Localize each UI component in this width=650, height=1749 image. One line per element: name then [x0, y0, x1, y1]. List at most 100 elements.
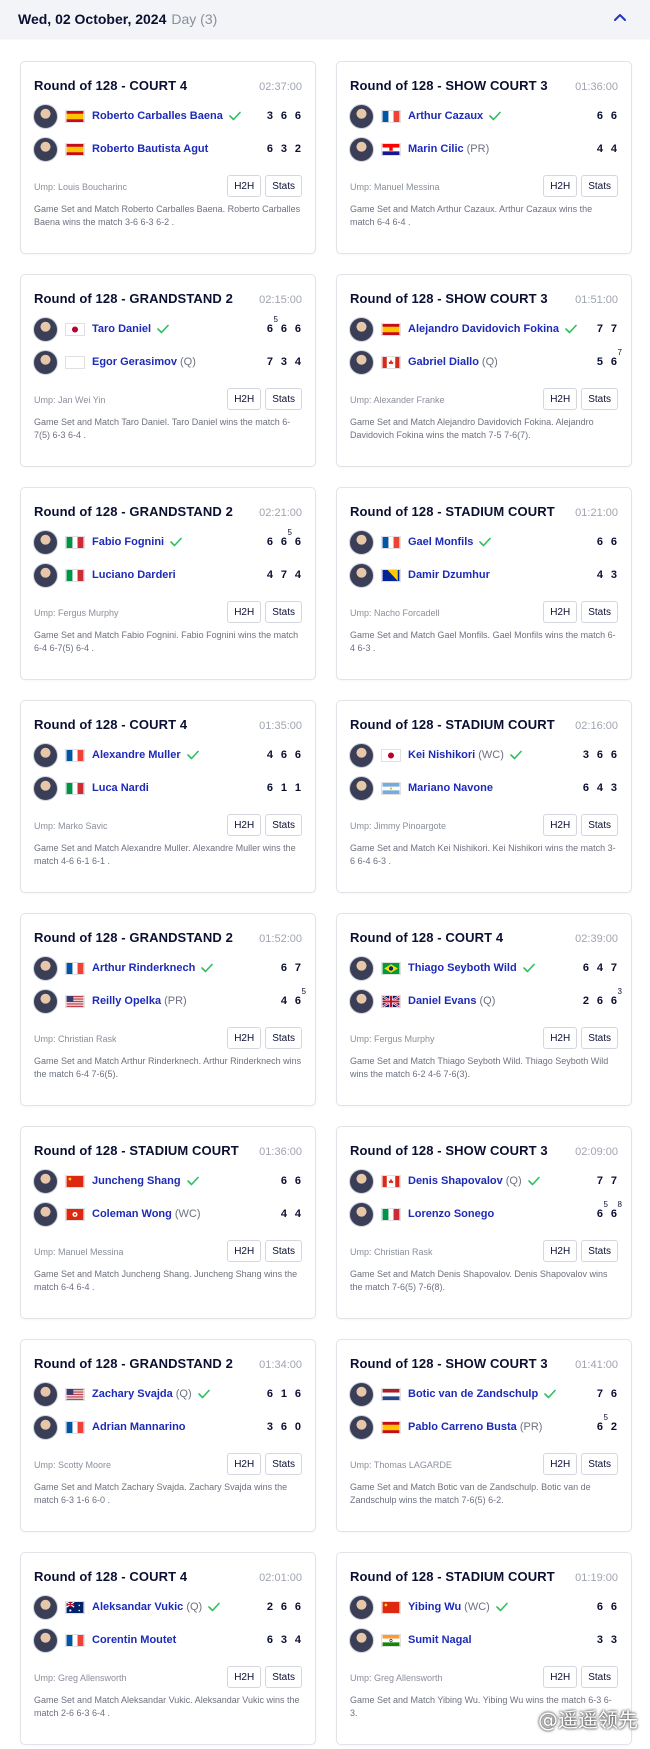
player-name-link[interactable]: Fabio Fognini [92, 536, 164, 548]
player-avatar[interactable] [349, 988, 374, 1014]
player-name-link[interactable]: Alexandre Muller [92, 749, 181, 761]
h2h-button[interactable]: H2H [227, 1240, 262, 1262]
player-name-link[interactable]: Luciano Darderi [92, 569, 176, 581]
player-name-link[interactable]: Botic van de Zandschulp [408, 1388, 538, 1400]
player-name-link[interactable]: Gabriel Diallo [408, 356, 479, 368]
h2h-button[interactable]: H2H [543, 1240, 578, 1262]
h2h-button[interactable]: H2H [227, 1666, 262, 1688]
h2h-button[interactable]: H2H [227, 388, 262, 410]
stats-button[interactable]: Stats [265, 1027, 302, 1049]
player-name-link[interactable]: Daniel Evans [408, 995, 476, 1007]
player-name-link[interactable]: Denis Shapovalov [408, 1175, 503, 1187]
player-name-link[interactable]: Reilly Opelka [92, 995, 161, 1007]
player-name-link[interactable]: Kei Nishikori [408, 749, 475, 761]
player-avatar[interactable] [33, 988, 58, 1014]
player-avatar[interactable] [349, 1381, 374, 1407]
player-avatar[interactable] [349, 349, 374, 375]
player-name-link[interactable]: Zachary Svajda [92, 1388, 173, 1400]
player-avatar[interactable] [33, 742, 58, 768]
stats-button[interactable]: Stats [581, 1027, 618, 1049]
h2h-button[interactable]: H2H [543, 1666, 578, 1688]
player-avatar[interactable] [349, 136, 374, 162]
chevron-up-icon[interactable] [610, 8, 630, 28]
player-avatar[interactable] [349, 1594, 374, 1620]
player-avatar[interactable] [349, 562, 374, 588]
h2h-button[interactable]: H2H [227, 1453, 262, 1475]
player-avatar[interactable] [33, 103, 58, 129]
stats-button[interactable]: Stats [581, 1666, 618, 1688]
h2h-button[interactable]: H2H [543, 1453, 578, 1475]
stats-button[interactable]: Stats [581, 388, 618, 410]
player-name-link[interactable]: Sumit Nagal [408, 1634, 472, 1646]
player-name-link[interactable]: Damir Dzumhur [408, 569, 490, 581]
player-avatar[interactable] [33, 1168, 58, 1194]
player-name-link[interactable]: Alejandro Davidovich Fokina [408, 323, 559, 335]
stats-button[interactable]: Stats [265, 1240, 302, 1262]
player-name-link[interactable]: Corentin Moutet [92, 1634, 176, 1646]
player-avatar[interactable] [349, 1168, 374, 1194]
player-avatar[interactable] [349, 1627, 374, 1653]
player-avatar[interactable] [33, 1201, 58, 1227]
player-name-link[interactable]: Pablo Carreno Busta [408, 1421, 517, 1433]
player-name-link[interactable]: Aleksandar Vukic [92, 1601, 183, 1613]
h2h-button[interactable]: H2H [227, 1027, 262, 1049]
stats-button[interactable]: Stats [265, 1453, 302, 1475]
player-name-link[interactable]: Yibing Wu [408, 1601, 461, 1613]
player-avatar[interactable] [349, 775, 374, 801]
stats-button[interactable]: Stats [265, 1666, 302, 1688]
player-name-link[interactable]: Mariano Navone [408, 782, 493, 794]
stats-button[interactable]: Stats [581, 814, 618, 836]
player-name-link[interactable]: Roberto Bautista Agut [92, 143, 208, 155]
set-score: 6 [287, 749, 301, 761]
player-avatar[interactable] [33, 316, 58, 342]
player-name-link[interactable]: Luca Nardi [92, 782, 149, 794]
player-avatar[interactable] [33, 1414, 58, 1440]
player-name-link[interactable]: Roberto Carballes Baena [92, 110, 223, 122]
player-name-link[interactable]: Coleman Wong [92, 1208, 172, 1220]
player-name-link[interactable]: Lorenzo Sonego [408, 1208, 494, 1220]
h2h-button[interactable]: H2H [543, 814, 578, 836]
player-avatar[interactable] [349, 103, 374, 129]
h2h-button[interactable]: H2H [543, 388, 578, 410]
player-avatar[interactable] [349, 316, 374, 342]
player-name-link[interactable]: Adrian Mannarino [92, 1421, 186, 1433]
player-avatar[interactable] [33, 136, 58, 162]
player-avatar[interactable] [33, 1381, 58, 1407]
player-avatar[interactable] [33, 562, 58, 588]
h2h-button[interactable]: H2H [543, 1027, 578, 1049]
player-avatar[interactable] [33, 1627, 58, 1653]
player-name-link[interactable]: Arthur Cazaux [408, 110, 483, 122]
h2h-button[interactable]: H2H [227, 814, 262, 836]
stats-button[interactable]: Stats [265, 388, 302, 410]
player-name-link[interactable]: Gael Monfils [408, 536, 473, 548]
player-avatar[interactable] [349, 955, 374, 981]
h2h-button[interactable]: H2H [227, 175, 262, 197]
player-name-link[interactable]: Juncheng Shang [92, 1175, 181, 1187]
player-avatar[interactable] [33, 529, 58, 555]
player-avatar[interactable] [33, 775, 58, 801]
player-name-link[interactable]: Arthur Rinderknech [92, 962, 195, 974]
player-avatar[interactable] [33, 349, 58, 375]
h2h-button[interactable]: H2H [543, 175, 578, 197]
player-avatar[interactable] [349, 1414, 374, 1440]
stats-button[interactable]: Stats [265, 175, 302, 197]
h2h-button[interactable]: H2H [227, 601, 262, 623]
player-avatar[interactable] [349, 1201, 374, 1227]
player-avatar[interactable] [349, 529, 374, 555]
day-header[interactable]: Wed, 02 October, 2024 Day (3) [0, 0, 650, 38]
stats-button[interactable]: Stats [581, 601, 618, 623]
player-avatar[interactable] [349, 742, 374, 768]
stats-button[interactable]: Stats [265, 814, 302, 836]
stats-button[interactable]: Stats [265, 601, 302, 623]
stats-button[interactable]: Stats [581, 1453, 618, 1475]
player-name-link[interactable]: Egor Gerasimov [92, 356, 177, 368]
stats-button[interactable]: Stats [581, 1240, 618, 1262]
h2h-button[interactable]: H2H [543, 601, 578, 623]
player-avatar[interactable] [33, 955, 58, 981]
player-row: Luca Nardi 6 1 1 [33, 775, 301, 801]
player-avatar[interactable] [33, 1594, 58, 1620]
player-name-link[interactable]: Marin Cilic [408, 143, 464, 155]
player-name-link[interactable]: Taro Daniel [92, 323, 151, 335]
stats-button[interactable]: Stats [581, 175, 618, 197]
player-name-link[interactable]: Thiago Seyboth Wild [408, 962, 517, 974]
